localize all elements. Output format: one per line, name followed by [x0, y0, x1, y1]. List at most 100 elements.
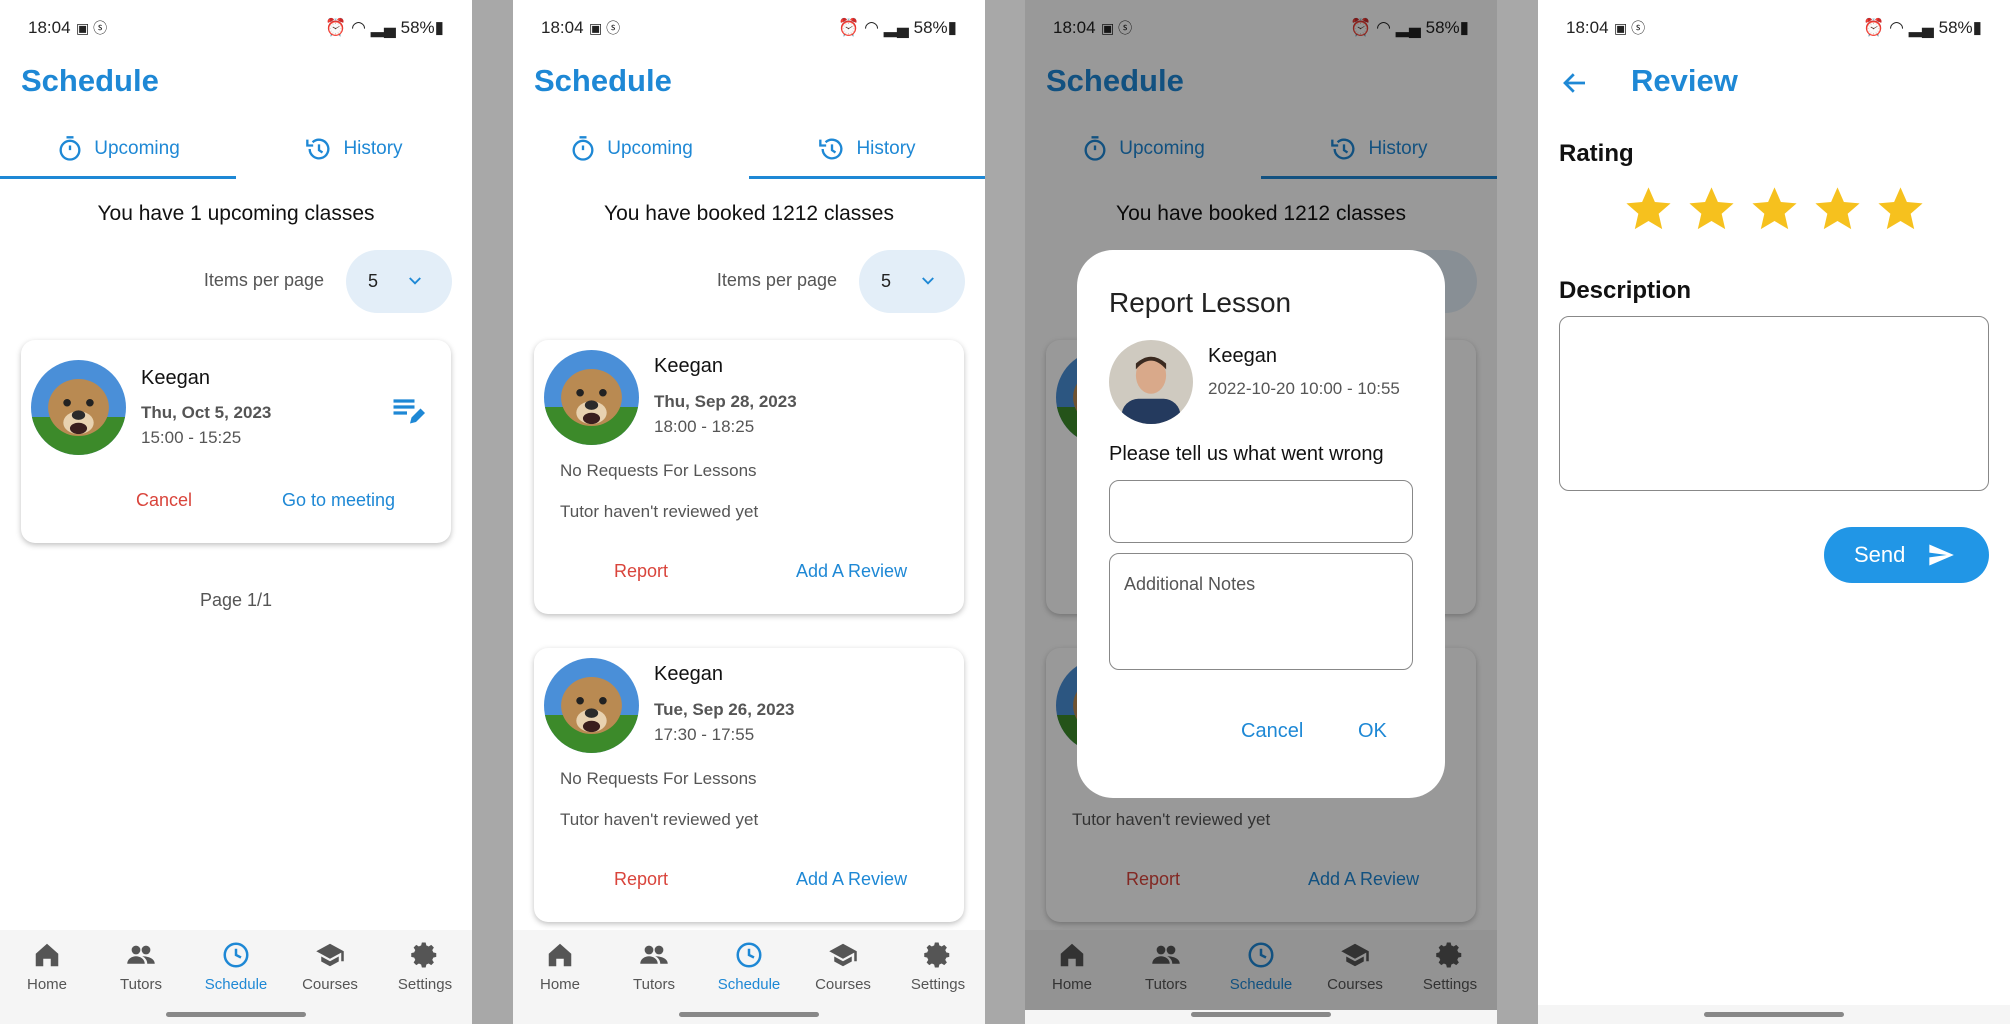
- go-to-meeting-button[interactable]: Go to meeting: [282, 490, 395, 511]
- report-button[interactable]: Report: [614, 869, 668, 890]
- status-right: ⏰ ◠ ▂▄ 58%▮: [325, 18, 444, 38]
- clock-icon: [221, 940, 251, 970]
- nav-label: Courses: [302, 976, 358, 993]
- nav-label: Settings: [910, 976, 966, 993]
- history-card: Keegan Tue, Sep 26, 2023 17:30 - 17:55 N…: [534, 648, 964, 922]
- items-per-page-value: 5: [881, 271, 892, 291]
- items-per-page-label: Items per page: [203, 270, 324, 290]
- schedule-history-screen: 18:04 ▣ ⓢ ⏰ ◠ ▂▄ 58%▮ Schedule Upcoming …: [513, 0, 985, 1024]
- tab-upcoming[interactable]: Upcoming: [0, 118, 236, 180]
- nav-tutors[interactable]: Tutors: [607, 940, 701, 993]
- tab-bar: Upcoming History: [0, 118, 472, 180]
- report-question: Please tell us what went wrong: [1109, 443, 1384, 465]
- status-time: 18:04: [1566, 18, 1609, 37]
- battery-level: 58%: [913, 18, 948, 37]
- star-icon[interactable]: [1748, 183, 1801, 236]
- nav-schedule[interactable]: Schedule: [702, 940, 796, 993]
- notification-icons: ▣ ⓢ: [1614, 20, 1646, 36]
- items-per-page-select[interactable]: 5: [859, 250, 965, 313]
- home-indicator[interactable]: [166, 1012, 306, 1017]
- items-per-page-value: 5: [368, 271, 379, 291]
- review-status: Tutor haven't reviewed yet: [560, 810, 759, 829]
- page-title: Review: [1631, 63, 1738, 98]
- nav-schedule[interactable]: Schedule: [189, 940, 283, 993]
- nav-home[interactable]: Home: [0, 940, 94, 993]
- back-arrow-icon[interactable]: [1560, 68, 1590, 98]
- items-per-page-label: Items per page: [716, 270, 837, 290]
- status-time: 18:04: [541, 18, 584, 37]
- wifi-icon: ◠: [351, 18, 367, 37]
- lesson-time: 15:00 - 15:25: [141, 428, 242, 447]
- tutor-name: Keegan: [654, 355, 723, 377]
- dialog-title: Report Lesson: [1109, 287, 1292, 318]
- lesson-time: 18:00 - 18:25: [654, 417, 755, 436]
- additional-notes-field[interactable]: Additional Notes: [1109, 553, 1413, 670]
- lesson-requests: No Requests For Lessons: [560, 769, 757, 788]
- schedule-upcoming-screen: 18:04 ▣ ⓢ ⏰ ◠ ▂▄ 58%▮ Schedule Upcoming …: [0, 0, 472, 1024]
- description-input[interactable]: [1559, 316, 1989, 491]
- bottom-nav: Home Tutors Schedule Courses Settings: [513, 930, 985, 1024]
- tab-upcoming[interactable]: Upcoming: [513, 118, 749, 180]
- tab-history[interactable]: History: [236, 118, 472, 180]
- nav-label: Schedule: [204, 976, 268, 993]
- history-icon: [305, 135, 333, 163]
- home-indicator[interactable]: [1191, 1012, 1331, 1017]
- battery-level: 58%: [1938, 18, 1973, 37]
- cancel-button[interactable]: Cancel: [136, 490, 192, 511]
- page-title: Schedule: [21, 63, 159, 98]
- chevron-down-icon: [406, 272, 424, 290]
- ok-button[interactable]: OK: [1358, 720, 1387, 743]
- rating-stars: [1622, 183, 1927, 239]
- signal-icon: ▂▄: [1908, 18, 1934, 37]
- nav-label: Home: [26, 976, 67, 993]
- home-icon: [545, 940, 575, 970]
- avatar: [544, 350, 639, 445]
- items-per-page-select[interactable]: 5: [346, 250, 452, 313]
- home-icon: [32, 940, 62, 970]
- star-icon[interactable]: [1685, 183, 1738, 236]
- nav-courses[interactable]: Courses: [283, 940, 377, 993]
- home-indicator[interactable]: [679, 1012, 819, 1017]
- rating-label: Rating: [1559, 140, 1634, 167]
- tab-indicator: [749, 176, 985, 179]
- send-button[interactable]: Send: [1824, 527, 1989, 583]
- alarm-icon: ⏰: [838, 18, 860, 37]
- people-icon: [126, 940, 156, 970]
- status-bar: 18:04 ▣ ⓢ ⏰ ◠ ▂▄ 58%▮: [1538, 0, 2010, 56]
- send-icon: [1925, 541, 1957, 569]
- nav-label: Schedule: [717, 976, 781, 993]
- add-review-button[interactable]: Add A Review: [796, 561, 907, 582]
- home-indicator[interactable]: [1704, 1012, 1844, 1017]
- nav-settings[interactable]: Settings: [891, 940, 985, 993]
- send-label: Send: [1854, 542, 1906, 567]
- cancel-button[interactable]: Cancel: [1241, 720, 1303, 743]
- status-bar: 18:04 ▣ ⓢ ⏰ ◠ ▂▄ 58%▮: [0, 0, 472, 56]
- status-right: ⏰ ◠ ▂▄ 58%▮: [838, 18, 957, 38]
- star-icon[interactable]: [1811, 183, 1864, 236]
- items-per-page: Items per page 5: [513, 250, 985, 314]
- clock-icon: [734, 940, 764, 970]
- nav-home[interactable]: Home: [513, 940, 607, 993]
- school-icon: [315, 940, 345, 970]
- alarm-icon: ⏰: [325, 18, 347, 37]
- signal-icon: ▂▄: [883, 18, 909, 37]
- tab-bar: Upcoming History: [513, 118, 985, 180]
- nav-label: Tutors: [633, 976, 675, 993]
- description-label: Description: [1559, 277, 1692, 304]
- people-icon: [639, 940, 669, 970]
- status-right: ⏰ ◠ ▂▄ 58%▮: [1863, 18, 1982, 38]
- nav-tutors[interactable]: Tutors: [94, 940, 188, 993]
- add-review-button[interactable]: Add A Review: [796, 869, 907, 890]
- tab-history[interactable]: History: [749, 118, 985, 180]
- tutor-name: Keegan: [141, 367, 210, 389]
- nav-courses[interactable]: Courses: [796, 940, 890, 993]
- gear-icon: [923, 940, 953, 970]
- nav-settings[interactable]: Settings: [378, 940, 472, 993]
- star-icon[interactable]: [1874, 183, 1927, 236]
- report-button[interactable]: Report: [614, 561, 668, 582]
- report-dialog-screen: 18:04 ▣ ⓢ ⏰ ◠ ▂▄ 58%▮ Schedule Upcoming …: [1025, 0, 1497, 1024]
- star-icon[interactable]: [1622, 183, 1675, 236]
- edit-note-icon[interactable]: [389, 392, 425, 428]
- tab-label: Upcoming: [607, 138, 693, 159]
- reason-input[interactable]: [1109, 480, 1413, 543]
